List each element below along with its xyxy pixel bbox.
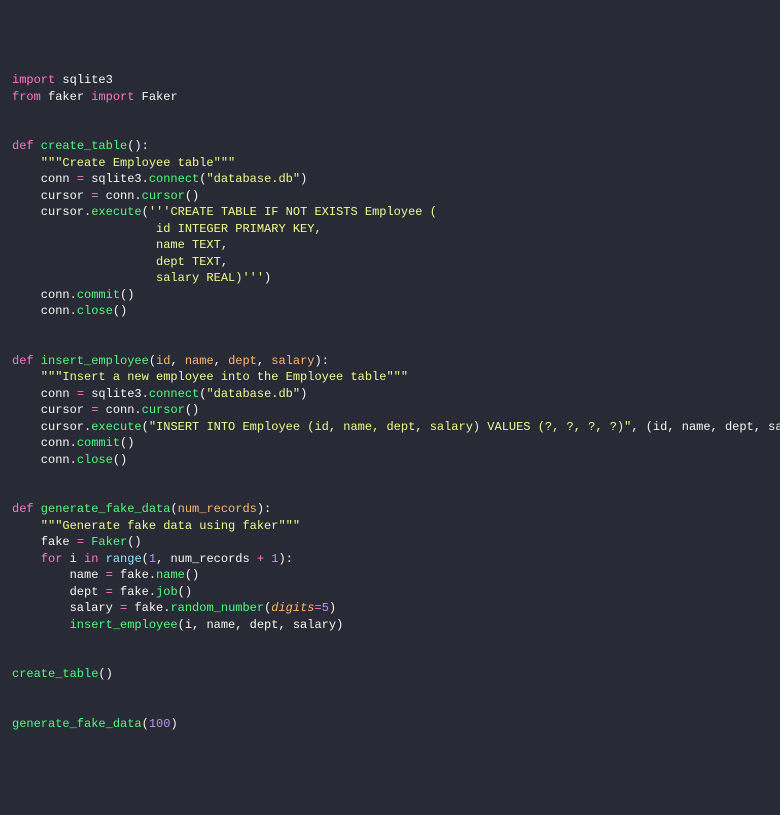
code-line: from faker import Faker <box>12 89 768 106</box>
code-line: cursor.execute("INSERT INTO Employee (id… <box>12 419 768 436</box>
code-line: cursor = conn.cursor() <box>12 402 768 419</box>
code-line: """Insert a new employee into the Employ… <box>12 369 768 386</box>
code-line: conn.close() <box>12 452 768 469</box>
code-line: name = fake.name() <box>12 567 768 584</box>
code-line: import sqlite3 <box>12 72 768 89</box>
code-line: dept = fake.job() <box>12 584 768 601</box>
code-line <box>12 336 768 353</box>
code-line: insert_employee(i, name, dept, salary) <box>12 617 768 634</box>
code-line <box>12 468 768 485</box>
code-line: salary = fake.random_number(digits=5) <box>12 600 768 617</box>
code-line: conn = sqlite3.connect("database.db") <box>12 171 768 188</box>
code-line: generate_fake_data(100) <box>12 716 768 733</box>
code-line: conn.close() <box>12 303 768 320</box>
code-line: conn = sqlite3.connect("database.db") <box>12 386 768 403</box>
code-line: name TEXT, <box>12 237 768 254</box>
code-line <box>12 699 768 716</box>
code-line: dept TEXT, <box>12 254 768 271</box>
code-line: create_table() <box>12 666 768 683</box>
code-line <box>12 683 768 700</box>
code-editor[interactable]: import sqlite3from faker import Faker de… <box>12 72 768 732</box>
code-line <box>12 122 768 139</box>
code-line <box>12 320 768 337</box>
code-line <box>12 633 768 650</box>
code-line: def insert_employee(id, name, dept, sala… <box>12 353 768 370</box>
code-line: for i in range(1, num_records + 1): <box>12 551 768 568</box>
code-line: id INTEGER PRIMARY KEY, <box>12 221 768 238</box>
code-line: conn.commit() <box>12 287 768 304</box>
code-line: conn.commit() <box>12 435 768 452</box>
code-line: cursor.execute('''CREATE TABLE IF NOT EX… <box>12 204 768 221</box>
code-line: def generate_fake_data(num_records): <box>12 501 768 518</box>
code-line <box>12 485 768 502</box>
code-line: cursor = conn.cursor() <box>12 188 768 205</box>
code-line <box>12 650 768 667</box>
code-line: """Generate fake data using faker""" <box>12 518 768 535</box>
code-line: def create_table(): <box>12 138 768 155</box>
code-line: salary REAL)''') <box>12 270 768 287</box>
code-line <box>12 105 768 122</box>
code-line: fake = Faker() <box>12 534 768 551</box>
code-line: """Create Employee table""" <box>12 155 768 172</box>
